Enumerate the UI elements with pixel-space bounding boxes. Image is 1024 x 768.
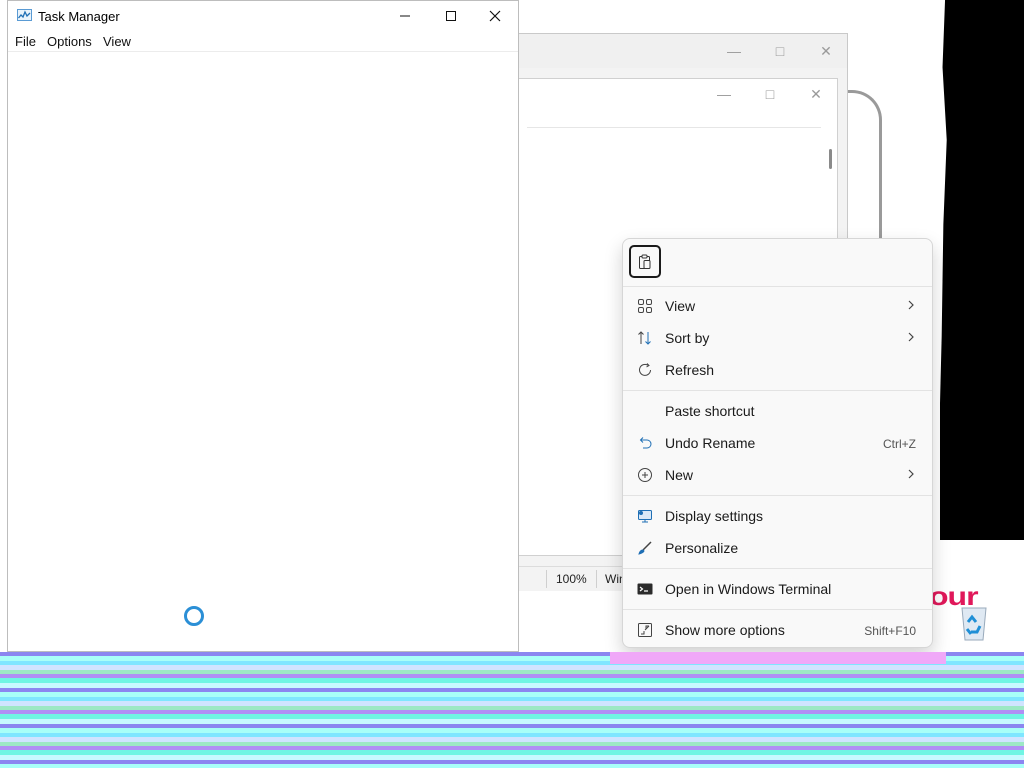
paste-icon [639, 254, 651, 269]
minimize-icon[interactable]: — [711, 36, 757, 66]
status-separator [596, 570, 597, 588]
menu-divider [623, 286, 932, 287]
menu-item-label: Show more options [665, 622, 785, 638]
close-icon[interactable]: ✕ [803, 36, 849, 66]
wallpaper-dark-region [940, 0, 1024, 560]
maximize-icon[interactable]: □ [757, 36, 803, 66]
menu-divider [623, 495, 932, 496]
menu-divider [623, 390, 932, 391]
task-manager-window[interactable]: Task Manager File Options View [7, 0, 519, 652]
keyboard-shortcut: Shift+F10 [864, 624, 916, 638]
task-manager-titlebar[interactable]: Task Manager [8, 1, 518, 31]
menu-item-sort-by[interactable]: Sort by [627, 322, 928, 354]
menu-view[interactable]: View [103, 34, 131, 49]
menu-item-show-more-options[interactable]: Show more options Shift+F10 [627, 614, 928, 646]
menu-file[interactable]: File [15, 34, 36, 49]
refresh-icon [639, 363, 651, 376]
menu-item-personalize[interactable]: Personalize [627, 532, 928, 564]
scrollbar-thumb[interactable] [829, 149, 832, 169]
chevron-right-icon [908, 469, 914, 479]
chevron-right-icon [908, 332, 914, 342]
status-separator [546, 570, 547, 588]
menu-item-undo-rename[interactable]: Undo Rename Ctrl+Z [627, 427, 928, 459]
close-icon[interactable] [472, 1, 518, 31]
status-bar: 100% Win [518, 566, 628, 591]
menu-item-label: Undo Rename [665, 435, 756, 451]
menu-item-label: Sort by [665, 330, 710, 346]
minimize-icon[interactable] [382, 1, 428, 31]
task-manager-app-icon [17, 9, 32, 21]
menu-item-display-settings[interactable]: Display settings [627, 500, 928, 532]
recycle-bin-icon[interactable] [954, 600, 994, 644]
menu-item-refresh[interactable]: Refresh [627, 354, 928, 386]
menu-divider [623, 568, 932, 569]
taskbar-glitch-region [0, 652, 1024, 768]
display-settings-icon [638, 510, 652, 523]
menu-item-label: Refresh [665, 362, 715, 378]
menu-item-paste-shortcut[interactable]: Paste shortcut [627, 395, 928, 427]
menu-divider [623, 609, 932, 610]
zoom-level: 100% [556, 572, 587, 586]
paste-button[interactable] [629, 245, 661, 278]
taskbar-glitch-strip [610, 652, 946, 664]
undo-icon [639, 437, 652, 449]
sort-icon [638, 331, 651, 345]
loading-spinner-icon [184, 606, 204, 626]
menu-item-label: New [665, 467, 694, 483]
close-icon[interactable]: ✕ [793, 79, 839, 109]
grid-view-icon [638, 299, 652, 313]
menu-item-label: View [665, 298, 696, 314]
terminal-icon [637, 583, 653, 595]
menu-item-label: Display settings [665, 508, 764, 524]
show-more-options-icon [638, 623, 652, 637]
wallpaper-curve [848, 90, 882, 240]
desktop-context-menu[interactable]: View Sort by Refresh Paste shortcut Undo… [622, 238, 933, 648]
menu-item-label: Open in Windows Terminal [665, 581, 832, 597]
maximize-icon[interactable] [428, 1, 474, 31]
menu-item-open-in-terminal[interactable]: Open in Windows Terminal [627, 573, 928, 605]
minimize-icon[interactable]: — [701, 79, 747, 109]
menu-item-new[interactable]: New [627, 459, 928, 491]
window-title: Task Manager [38, 9, 120, 24]
personalize-brush-icon [638, 541, 652, 555]
menu-item-label: Personalize [665, 540, 739, 556]
menu-item-view[interactable]: View [627, 290, 928, 322]
chevron-right-icon [908, 300, 914, 310]
menu-item-label: Paste shortcut [665, 403, 755, 419]
new-plus-icon [638, 468, 652, 482]
menu-options[interactable]: Options [47, 34, 92, 49]
task-manager-menubar: File Options View [8, 31, 518, 52]
keyboard-shortcut: Ctrl+Z [883, 437, 916, 451]
maximize-icon[interactable]: □ [747, 79, 793, 109]
